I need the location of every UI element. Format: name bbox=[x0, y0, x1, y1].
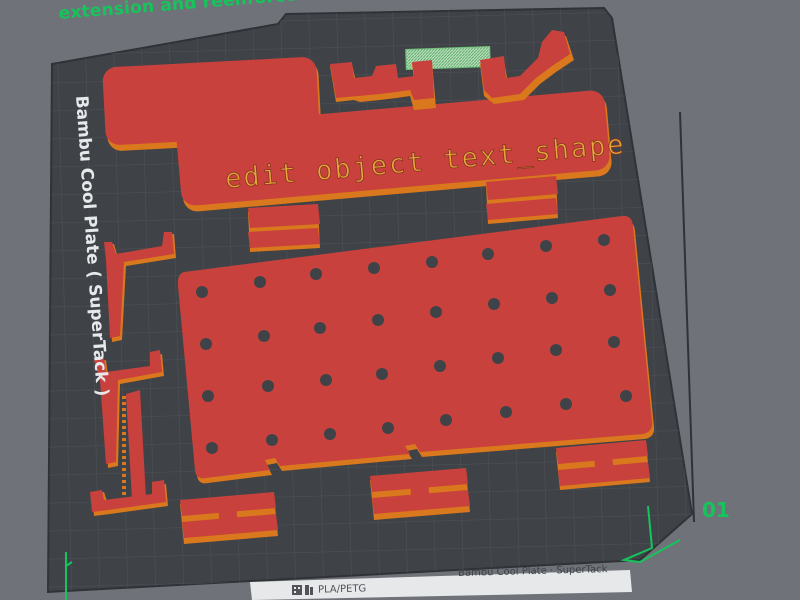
part-h-clip-bottom-center[interactable] bbox=[370, 468, 470, 520]
plate-number[interactable]: 01 bbox=[702, 498, 730, 522]
qr-code-icon bbox=[292, 585, 302, 595]
filament-label: PLA/PETG bbox=[317, 583, 367, 596]
build-plate-viewport[interactable]: edit object text_shape Bambu Cool Plate … bbox=[0, 0, 800, 600]
part-h-clip-bottom-left[interactable] bbox=[180, 492, 278, 544]
part-h-clip-top-center[interactable] bbox=[248, 204, 320, 252]
part-h-clip-top-right[interactable] bbox=[486, 176, 558, 224]
part-h-clip-bottom-right[interactable] bbox=[556, 440, 650, 490]
bambu-logo-icon bbox=[305, 585, 313, 595]
